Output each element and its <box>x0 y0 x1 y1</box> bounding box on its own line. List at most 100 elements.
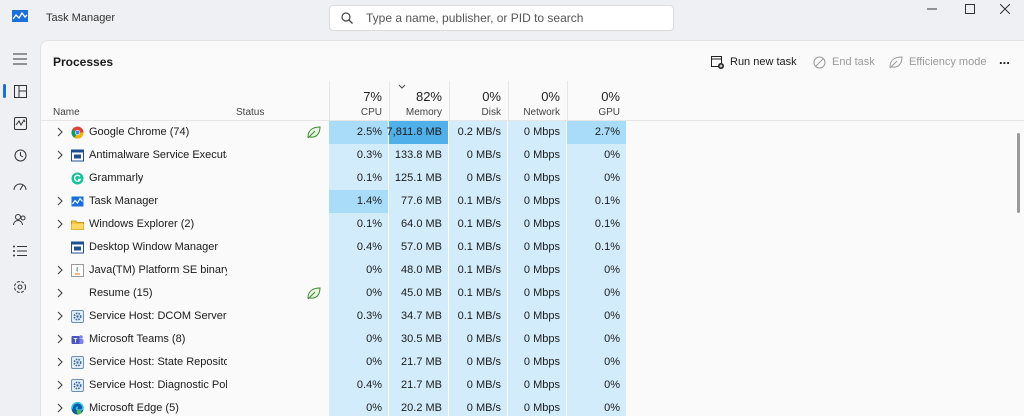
gpu-value: 2.7% <box>594 126 620 138</box>
cpu-cell: 1.4% <box>329 190 389 213</box>
nav-details[interactable] <box>0 236 40 266</box>
process-row[interactable]: Resume (15) 0% 45.0 MB 0.1 MB/s 0 Mbps 0… <box>41 282 1024 305</box>
column-disk[interactable]: 0% Disk <box>449 81 508 121</box>
gpu-cell: 0% <box>567 374 627 397</box>
cpu-cell: 0% <box>329 259 389 282</box>
chevron-right-icon[interactable] <box>55 196 65 206</box>
process-name: Java(TM) Platform SE binary <box>89 264 227 276</box>
process-row[interactable]: Java(TM) Platform SE binary 0% 48.0 MB 0… <box>41 259 1024 282</box>
disk-value: 0.2 MB/s <box>457 126 501 138</box>
disk-cell: 0.1 MB/s <box>449 213 508 236</box>
process-row[interactable]: Service Host: DCOM Server Pr... 0.3% 34.… <box>41 305 1024 328</box>
nav-menu-button[interactable] <box>0 44 40 74</box>
network-value: 0 Mbps <box>523 333 560 345</box>
maximize-button[interactable] <box>952 0 988 18</box>
nav-services[interactable] <box>0 272 40 302</box>
process-row[interactable]: Windows Explorer (2) 0.1% 64.0 MB 0.1 MB… <box>41 213 1024 236</box>
cpu-cell: 0.1% <box>329 167 389 190</box>
title-bar: Task Manager <box>0 0 1024 38</box>
process-row[interactable]: Service Host: Diagnostic Polic... 0.4% 2… <box>41 374 1024 397</box>
process-row[interactable]: Desktop Window Manager 0.4% 57.0 MB 0.1 … <box>41 236 1024 259</box>
memory-cell: 57.0 MB <box>389 236 449 259</box>
chevron-right-icon[interactable] <box>55 127 65 137</box>
network-value: 0 Mbps <box>523 310 560 322</box>
network-value: 0 Mbps <box>523 172 560 184</box>
process-row[interactable]: Google Chrome (74) 2.5% 7,811.8 MB 0.2 M… <box>41 121 1024 144</box>
network-cell: 0 Mbps <box>508 121 567 144</box>
network-value: 0 Mbps <box>523 402 560 414</box>
search-input[interactable] <box>366 9 666 27</box>
minimize-button[interactable] <box>914 0 950 18</box>
nav-performance[interactable] <box>0 108 40 138</box>
services-icon <box>14 281 26 293</box>
process-row[interactable]: Task Manager 1.4% 77.6 MB 0.1 MB/s 0 Mbp… <box>41 190 1024 213</box>
chrome-icon <box>71 126 84 139</box>
memory-cell: 34.7 MB <box>389 305 449 328</box>
app-history-icon <box>14 149 26 161</box>
chevron-right-icon[interactable] <box>55 357 65 367</box>
process-row[interactable]: Grammarly 0.1% 125.1 MB 0 MB/s 0 Mbps 0% <box>41 167 1024 190</box>
column-network[interactable]: 0% Network <box>508 81 567 121</box>
process-name: Service Host: State Repository ... <box>89 356 227 368</box>
disk-cell: 0.2 MB/s <box>449 121 508 144</box>
chevron-right-icon[interactable] <box>55 265 65 275</box>
more-options-button[interactable]: ... <box>999 49 1010 69</box>
cpu-cell: 0.4% <box>329 374 389 397</box>
disk-value: 0.1 MB/s <box>457 241 501 253</box>
gpu-cell: 0% <box>567 144 627 167</box>
memory-cell: 30.5 MB <box>389 328 449 351</box>
run-new-task-button[interactable]: Run new task <box>711 52 797 72</box>
nav-users[interactable] <box>0 204 40 234</box>
gpu-cell: 0.1% <box>567 236 627 259</box>
network-value: 0 Mbps <box>523 356 560 368</box>
chevron-right-icon[interactable] <box>55 219 65 229</box>
chevron-right-icon[interactable] <box>55 150 65 160</box>
nav-processes[interactable] <box>0 76 40 106</box>
close-icon <box>1000 4 1010 14</box>
memory-cell: 7,811.8 MB <box>387 121 449 144</box>
gear-icon <box>71 356 84 369</box>
disk-value: 0 MB/s <box>466 172 501 184</box>
chevron-right-icon[interactable] <box>55 288 65 298</box>
process-row[interactable]: Service Host: State Repository ... 0% 21… <box>41 351 1024 374</box>
performance-icon <box>13 116 27 130</box>
gpu-value: 0% <box>604 264 620 276</box>
close-button[interactable] <box>987 0 1023 18</box>
search-box[interactable] <box>329 5 674 31</box>
chevron-right-icon[interactable] <box>55 334 65 344</box>
end-task-icon <box>813 56 826 68</box>
memory-value: 21.7 MB <box>401 356 442 368</box>
column-memory[interactable]: 82% Memory <box>389 81 449 121</box>
process-name: Microsoft Edge (5) <box>89 402 179 414</box>
network-value: 0 Mbps <box>523 241 560 253</box>
process-row[interactable]: T Microsoft Teams (8) 0% 30.5 MB 0 MB/s … <box>41 328 1024 351</box>
chevron-right-icon[interactable] <box>55 403 65 413</box>
gpu-cell: 0% <box>567 282 627 305</box>
process-row[interactable]: Antimalware Service Executable 0.3% 133.… <box>41 144 1024 167</box>
nav-startup-apps[interactable] <box>0 172 40 202</box>
disk-value: 0.1 MB/s <box>457 264 501 276</box>
network-cell: 0 Mbps <box>508 236 567 259</box>
process-row[interactable]: Microsoft Edge (5) 0% 20.2 MB 0 MB/s 0 M… <box>41 397 1024 416</box>
cpu-cell: 0.3% <box>329 305 389 328</box>
vertical-scrollbar[interactable] <box>1017 133 1020 213</box>
cpu-value: 0.3% <box>356 149 382 161</box>
column-cpu[interactable]: 7% CPU <box>329 81 389 121</box>
cpu-cell: 0.4% <box>329 236 389 259</box>
cpu-value: 0% <box>366 287 382 299</box>
cpu-label: CPU <box>360 107 382 118</box>
gpu-total: 0% <box>601 89 620 104</box>
cpu-cell: 0% <box>329 282 389 305</box>
maximize-icon <box>965 4 975 14</box>
chevron-right-icon[interactable] <box>55 380 65 390</box>
efficiency-mode-button[interactable]: Efficiency mode <box>889 52 986 72</box>
cpu-cell: 0% <box>329 328 389 351</box>
column-gpu[interactable]: 0% GPU <box>567 81 627 121</box>
chevron-right-icon[interactable] <box>55 311 65 321</box>
nav-app-history[interactable] <box>0 140 40 170</box>
efficiency-mode-label: Efficiency mode <box>909 56 987 68</box>
gear-icon <box>71 310 84 323</box>
gpu-value: 0.1% <box>594 241 620 253</box>
disk-cell: 0.1 MB/s <box>449 305 508 328</box>
end-task-button[interactable]: End task <box>813 52 875 72</box>
